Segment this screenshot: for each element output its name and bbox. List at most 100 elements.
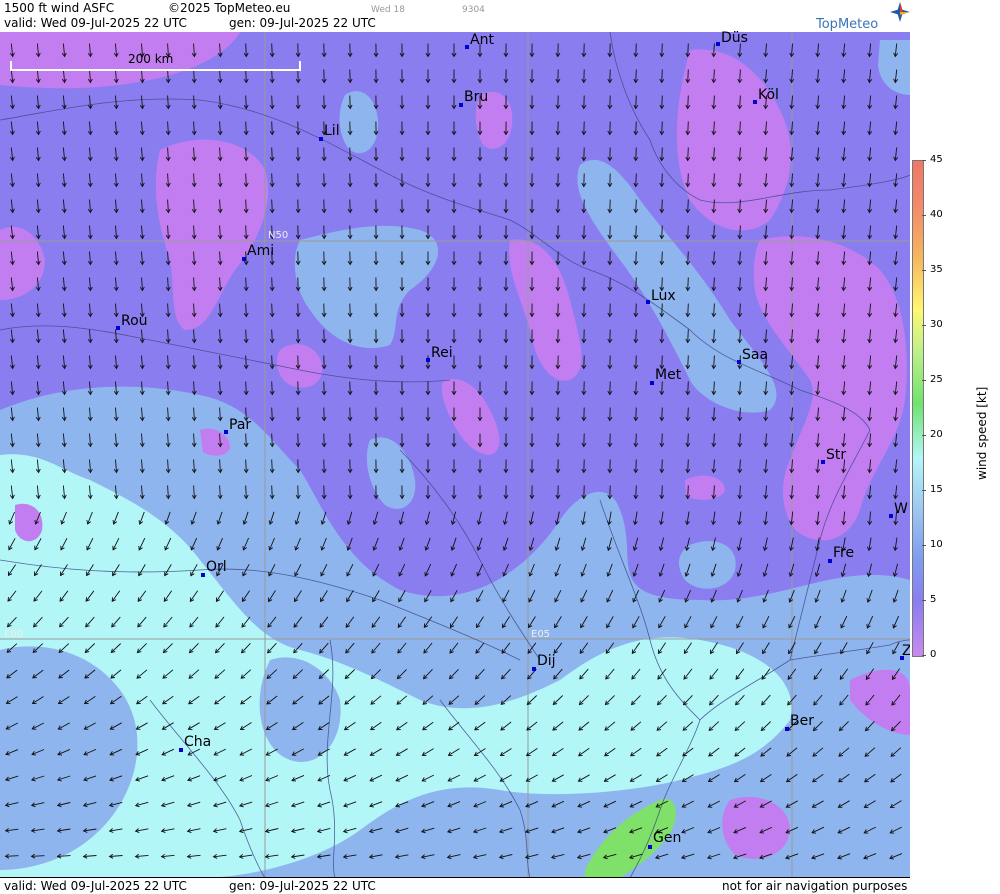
city-dot [116,326,120,330]
wind-arrow-shaft [662,252,663,265]
wind-arrow-shaft [662,486,663,499]
tick-mark [922,600,926,601]
wind-arrow-shaft [662,44,663,57]
wind-arrow-shaft [246,122,247,135]
wind-arrow-shaft [688,278,689,291]
city-dot [753,100,757,104]
wind-arrow-shaft [662,382,663,395]
valid-time: valid: Wed 09-Jul-2025 22 UTC [4,16,187,30]
city-label: Par [229,417,251,433]
wind-arrow-shaft [688,486,689,499]
wind-arrow-shaft [688,96,689,109]
wind-map: N50 E00 E05 [0,32,910,878]
wind-arrow-shaft [688,304,689,317]
field-blue-east-mid [679,541,736,589]
wind-arrow-shaft [272,200,273,213]
city-label: Orl [206,559,227,575]
wind-arrow-shaft [272,356,273,369]
map-header: 1500 ft wind ASFC ©2025 TopMeteo.eu Wed … [0,0,910,33]
wind-arrow-shaft [636,304,637,317]
logo-text: TopMeteo [816,17,878,32]
city-label: Lux [651,288,676,304]
wind-arrow-shaft [272,122,273,135]
tick-label: 20 [930,429,943,440]
wind-arrow-shaft [662,96,663,109]
wind-arrow-shaft [272,408,273,421]
map-footer: valid: Wed 09-Jul-2025 22 UTC gen: 09-Ju… [0,877,910,894]
wind-arrow-shaft [688,226,689,239]
wind-arrow-shaft [636,174,637,187]
wind-arrow-shaft [272,278,273,291]
tick-mark [922,545,926,546]
city-label: Cha [184,734,211,750]
wind-arrow-shaft [246,434,247,447]
city-dot [828,559,832,563]
city-dot [179,748,183,752]
city-label: Lil [324,123,340,139]
wind-arrow-shaft [272,44,273,57]
city-dot [532,667,536,671]
city-label: W [894,501,908,517]
wind-arrow-shaft [688,460,689,473]
city-dot [650,381,654,385]
wind-arrow-shaft [662,70,663,83]
wind-arrow-shaft [662,304,663,317]
city-label: Str [826,447,846,463]
wind-arrow-shaft [688,330,689,343]
wind-arrow-shaft [272,382,273,395]
wind-arrow-shaft [636,96,637,109]
city-dot [426,358,430,362]
disclaimer: not for air navigation purposes [722,879,907,893]
tick-label: 10 [930,539,943,550]
footer-generated-time: gen: 09-Jul-2025 22 UTC [229,879,376,893]
wind-arrow-shaft [6,856,19,857]
wind-arrow-shaft [688,174,689,187]
wind-arrow-shaft [636,330,637,343]
wind-arrow-shaft [688,252,689,265]
lon-label-e00: E00 [4,629,23,640]
city-label: Rou [121,313,148,329]
city-label: Düs [721,30,748,46]
wind-arrow-shaft [246,304,247,317]
wind-arrow-shaft [662,148,663,161]
city-dot [716,42,720,46]
wind-arrow-shaft [272,330,273,343]
scale-label: 200 km [128,52,173,66]
tick-mark [922,490,926,491]
wind-arrow-shaft [688,44,689,57]
tick-label: 35 [930,264,943,275]
generated-time: gen: 09-Jul-2025 22 UTC [229,16,376,30]
wind-arrow-shaft [32,856,45,857]
wind-arrow-shaft [662,200,663,213]
wind-arrow-shaft [636,486,637,499]
city-dot [465,45,469,49]
footer-valid-time: valid: Wed 09-Jul-2025 22 UTC [4,879,187,893]
wind-arrow-shaft [246,70,247,83]
wind-arrow-shaft [662,174,663,187]
city-dot [648,845,652,849]
tick-mark [922,380,926,381]
wind-arrow-shaft [636,226,637,239]
wind-arrow-shaft [636,44,637,57]
wind-arrow-shaft [246,174,247,187]
city-dot [785,727,789,731]
wind-arrow-shaft [636,70,637,83]
wind-arrow-shaft [246,148,247,161]
city-dot [201,573,205,577]
wind-arrow-shaft [688,200,689,213]
copyright: ©2025 TopMeteo.eu [168,1,290,15]
wind-arrow-shaft [688,148,689,161]
wind-arrow-shaft [272,70,273,83]
tick-label: 30 [930,319,943,330]
wind-arrow-shaft [272,148,273,161]
wind-arrow-shaft [636,122,637,135]
city-label: Met [655,367,681,383]
tick-label: 0 [930,649,936,660]
tick-mark [922,435,926,436]
city-dot [242,257,246,261]
wind-arrow-shaft [662,122,663,135]
wind-arrow-shaft [246,330,247,343]
wind-arrow-shaft [272,486,273,499]
city-label: Ami [247,243,274,259]
legend-axis-label: wind speed [kt] [975,387,989,480]
